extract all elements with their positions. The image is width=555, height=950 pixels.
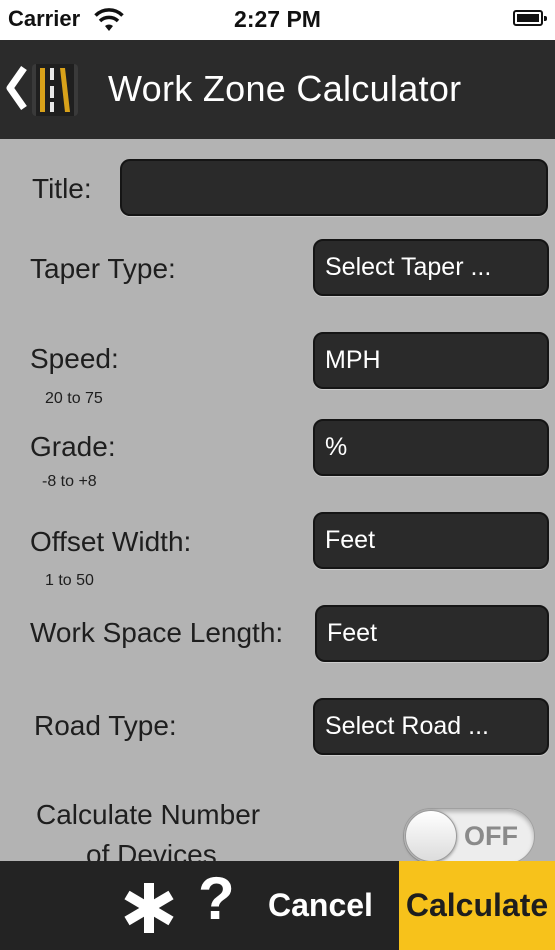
status-time: 2:27 PM — [234, 6, 321, 32]
toggle-knob — [405, 810, 457, 861]
app-road-logo-icon[interactable] — [32, 64, 78, 116]
taper-type-label: Taper Type: — [30, 253, 176, 284]
calculate-button[interactable]: Calculate — [399, 861, 555, 950]
toggle-state-text: OFF — [464, 821, 518, 851]
road-type-label: Road Type: — [34, 710, 177, 741]
cancel-button[interactable]: Cancel — [268, 887, 373, 924]
offset-width-range-hint: 1 to 50 — [45, 572, 94, 589]
title-label: Title: — [32, 173, 92, 204]
speed-label: Speed: — [30, 343, 119, 374]
speed-input[interactable]: MPH — [313, 332, 549, 389]
grade-label: Grade: — [30, 431, 116, 462]
road-type-selector[interactable]: Select Road ... — [313, 698, 549, 755]
calculator-form: Title: Taper Type: Select Taper ... Spee… — [0, 139, 555, 861]
navigation-bar: Work Zone Calculator — [0, 40, 555, 139]
offset-width-input[interactable]: Feet — [313, 512, 549, 569]
work-space-length-input[interactable]: Feet — [315, 605, 549, 662]
calculate-devices-label-line1: Calculate Number — [36, 799, 261, 830]
page-title: Work Zone Calculator — [108, 68, 462, 109]
grade-input[interactable]: % — [313, 419, 549, 476]
help-question-icon[interactable]: ? — [198, 869, 235, 929]
battery-icon — [513, 10, 547, 26]
title-input[interactable] — [120, 159, 548, 216]
status-bar: Carrier 2:27 PM — [0, 0, 555, 40]
calculate-devices-toggle[interactable]: OFF — [403, 808, 535, 861]
asterisk-icon[interactable] — [122, 881, 176, 935]
offset-width-label: Offset Width: — [30, 526, 192, 557]
speed-range-hint: 20 to 75 — [45, 390, 103, 407]
bottom-toolbar: ? Cancel Calculate — [0, 861, 555, 950]
calculate-devices-label-line2: of Devices — [86, 839, 217, 861]
grade-range-hint: -8 to +8 — [42, 473, 97, 490]
work-space-length-label: Work Space Length: — [30, 617, 284, 648]
taper-type-selector[interactable]: Select Taper ... — [313, 239, 549, 296]
back-chevron-icon[interactable] — [4, 64, 28, 112]
